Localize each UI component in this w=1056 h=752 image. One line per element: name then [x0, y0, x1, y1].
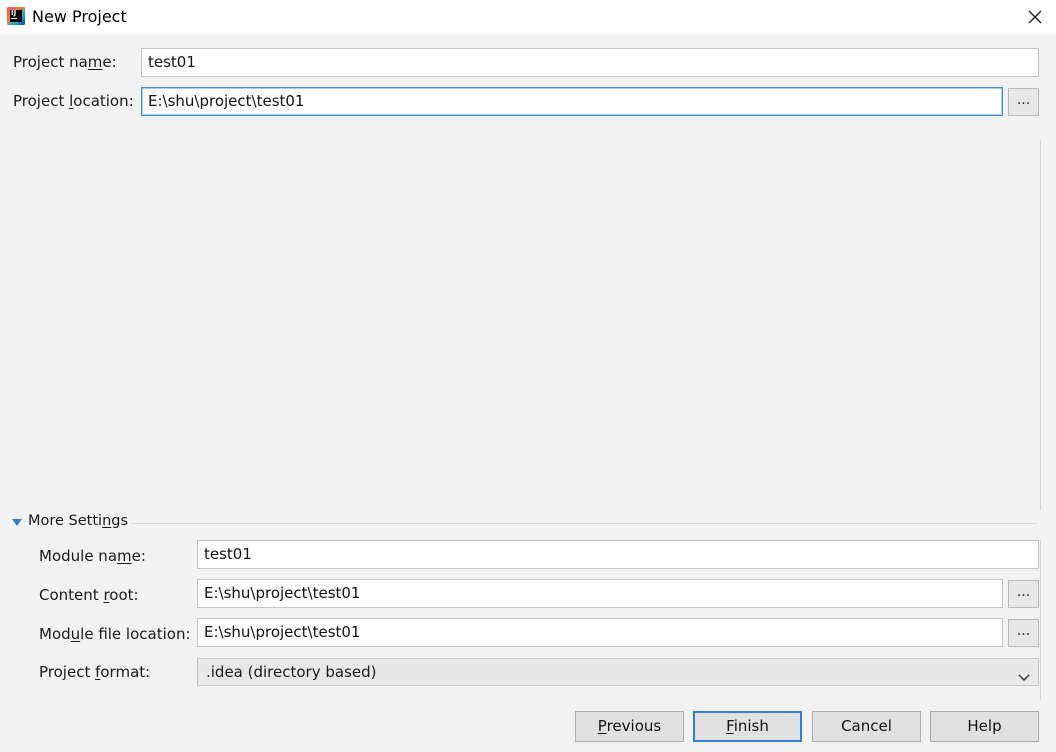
title-bar: IJ New Project — [0, 0, 1056, 34]
panel-divider — [1040, 540, 1041, 700]
project-location-browse-button[interactable]: ... — [1008, 88, 1039, 116]
previous-button[interactable]: Previous — [575, 711, 684, 742]
project-format-value: .idea (directory based) — [206, 663, 377, 681]
window-title: New Project — [32, 7, 127, 26]
project-name-input[interactable]: test01 — [141, 48, 1039, 77]
section-divider — [131, 523, 1037, 524]
panel-divider — [1040, 140, 1041, 510]
project-location-label: Project location: — [13, 92, 134, 110]
module-file-location-label: Module file location: — [39, 625, 191, 643]
project-location-input[interactable]: E:\shu\project\test01 — [141, 87, 1003, 116]
module-name-label: Module name: — [39, 547, 146, 565]
help-button[interactable]: Help — [930, 711, 1039, 742]
project-format-label: Project format: — [39, 663, 151, 681]
expand-triangle-icon[interactable] — [12, 519, 22, 526]
module-name-input[interactable]: test01 — [197, 540, 1039, 569]
finish-button[interactable]: Finish — [693, 711, 802, 742]
chevron-down-icon — [1017, 666, 1031, 681]
content-root-input[interactable]: E:\shu\project\test01 — [197, 579, 1003, 608]
content-root-browse-button[interactable]: ... — [1008, 580, 1039, 608]
module-file-location-input[interactable]: E:\shu\project\test01 — [197, 618, 1003, 647]
content-root-label: Content root: — [39, 586, 139, 604]
cancel-button[interactable]: Cancel — [812, 711, 921, 742]
module-file-location-browse-button[interactable]: ... — [1008, 619, 1039, 647]
project-format-select[interactable]: .idea (directory based) — [197, 658, 1039, 686]
project-name-label: Project name: — [13, 53, 117, 71]
close-icon[interactable] — [1024, 6, 1046, 28]
more-settings-toggle[interactable]: More Settings — [28, 513, 128, 529]
intellij-idea-icon: IJ — [7, 7, 25, 25]
